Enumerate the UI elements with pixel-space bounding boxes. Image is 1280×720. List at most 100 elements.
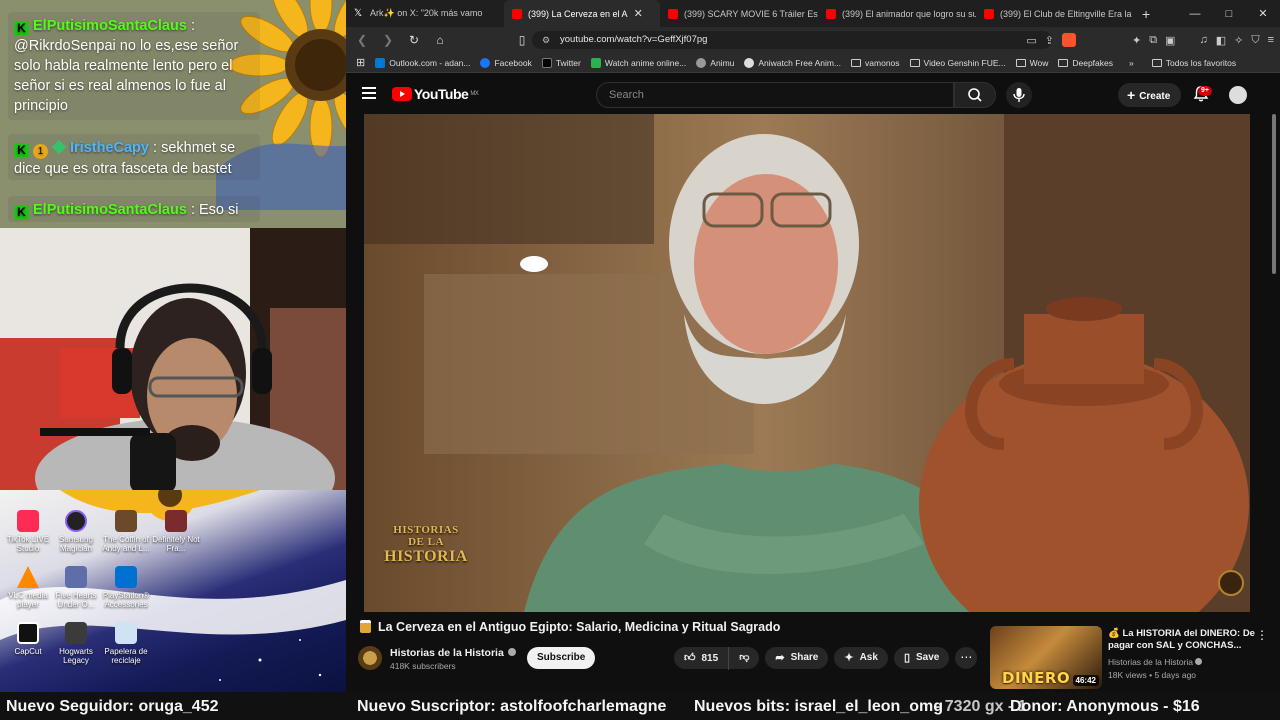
subscribe-watermark-icon[interactable] xyxy=(1218,570,1244,596)
apps-icon[interactable]: ⊞ xyxy=(356,56,365,69)
new-tab-button[interactable]: + xyxy=(1134,0,1158,27)
recommended-channel[interactable]: Historias de la Historia xyxy=(1108,657,1203,667)
bookmark-watch-anime[interactable]: Watch anime online... xyxy=(590,57,686,68)
home-icon[interactable]: ⌂ xyxy=(430,33,450,47)
desktop-icon-hogwarts[interactable]: Hogwarts Legacy xyxy=(48,622,104,665)
desktop-icon-five-hearts[interactable]: Five Hearts Under O... xyxy=(48,566,104,609)
like-button[interactable]: 👍︎ 815 xyxy=(674,646,730,670)
folder-icon xyxy=(1015,58,1026,67)
voice-search-button[interactable] xyxy=(1006,82,1032,108)
minimize-button[interactable]: — xyxy=(1178,8,1212,20)
all-bookmarks-folder[interactable]: Todos los favoritos xyxy=(1151,58,1236,68)
youtube-header: YouTube MX Search + Create xyxy=(346,74,1280,114)
extension-icon[interactable]: ✦ xyxy=(1132,34,1141,47)
recommended-video[interactable]: DINERO 46:42 💰 La HISTORIA del DINERO: D… xyxy=(990,626,1270,690)
wallet-icon[interactable]: ▣ xyxy=(1165,34,1175,47)
sidebar-icon[interactable]: ◧ xyxy=(1216,34,1226,47)
subscribe-button[interactable]: Subscribe xyxy=(527,647,596,669)
vpn-icon[interactable]: ⛉ xyxy=(1251,34,1259,47)
dislike-button[interactable]: 👎︎ xyxy=(729,647,759,669)
desktop-icon-playstation[interactable]: PlayStation® Accessories xyxy=(98,566,154,609)
youtube-icon xyxy=(668,8,678,19)
chat-message: K ElPutisimoSantaClaus : Eso si xyxy=(8,196,260,222)
desktop-icon-definitely-not[interactable]: Definitely Not Fra... xyxy=(148,510,204,553)
screen: K ElPutisimoSantaClaus : @RikrdoSenpai no… xyxy=(0,0,1280,720)
bookmark-icon[interactable]: ▯ xyxy=(512,33,532,47)
recommended-thumbnail[interactable]: DINERO 46:42 xyxy=(990,626,1102,689)
tab-strip: 𝕏 Ark✨ on X: "20k más vamo (399) La Cerve… xyxy=(346,0,1280,27)
kick-icon: K xyxy=(14,21,29,36)
youtube-logo[interactable]: YouTube MX xyxy=(392,86,479,102)
close-window-button[interactable]: ✕ xyxy=(1246,7,1280,20)
address-bar-row: ❮ ❯ ↻ ⌂ ▯ ⚙ youtube.com/watch?v=GeffXjf07… xyxy=(346,27,1280,53)
toolbar-icons: ▭ ⇪ ✦ ⧉ ▣ ♫ ◧ ✧ ⛉ ≡ xyxy=(1026,27,1274,53)
chat-message: K 1 IristheCapy : sekhmet se dice que es o… xyxy=(8,134,260,180)
bookmark-folder-video-genshin[interactable]: Video Genshin FUE... xyxy=(909,58,1006,68)
share-button[interactable]: ➦ Share xyxy=(765,647,829,669)
puzzle-icon[interactable]: ⧉ xyxy=(1149,34,1157,47)
ask-button[interactable]: ✦ Ask xyxy=(834,647,888,669)
account-avatar[interactable] xyxy=(1229,86,1247,104)
like-dislike-group: 👍︎ 815 👎︎ xyxy=(674,646,760,670)
bookmark-animu[interactable]: Animu xyxy=(696,57,734,68)
desktop-icon-samsung-magician[interactable]: Samsung Magician xyxy=(48,510,104,553)
stream-chat-overlay: K ElPutisimoSantaClaus : @RikrdoSenpai no… xyxy=(0,0,346,228)
close-tab-icon[interactable]: ✕ xyxy=(634,7,643,20)
tab-x-post[interactable]: 𝕏 Ark✨ on X: "20k más vamo xyxy=(346,0,504,27)
browser-window: 𝕏 Ark✨ on X: "20k más vamo (399) La Cerve… xyxy=(346,0,1280,692)
bookmark-twitter[interactable]: Twitter xyxy=(541,57,581,68)
desktop-icon-coffin[interactable]: The Coffin of Andy and L... xyxy=(98,510,154,553)
stream-alert-ticker: Nuevo Seguidor: oruga_452 Nuevo Suscript… xyxy=(0,692,1280,720)
tab-scary-movie[interactable]: (399) SCARY MOVIE 6 Tráiler Españ xyxy=(660,0,818,27)
page-scrollbar[interactable] xyxy=(1270,114,1278,692)
ticker-donor: Donor: Anonymous - $16 xyxy=(1010,698,1200,715)
music-icon[interactable]: ♫ xyxy=(1199,34,1207,46)
channel-avatar[interactable] xyxy=(358,646,382,670)
forward-icon[interactable]: ❯ xyxy=(378,33,398,47)
more-actions-icon[interactable]: ⋯ xyxy=(955,647,978,669)
bookmark-facebook[interactable]: Facebook xyxy=(480,57,532,68)
bookmark-folder-vamonos[interactable]: vamonos xyxy=(851,58,900,68)
scrollbar-thumb[interactable] xyxy=(1272,114,1276,274)
desktop-wallpaper: TikTok LIVE Studio Samsung Magician The … xyxy=(0,490,346,692)
video-player[interactable]: HISTORIAS DE LA HISTORIA xyxy=(364,114,1250,612)
share-page-icon[interactable]: ⇪ xyxy=(1045,34,1054,47)
install-icon[interactable]: ▭ xyxy=(1026,34,1036,47)
share-icon: ➦ xyxy=(775,652,785,664)
bookmark-folder-wow[interactable]: Wow xyxy=(1015,58,1048,68)
video-duration: 46:42 xyxy=(1072,675,1099,686)
chat-text: : Eso si xyxy=(190,202,239,218)
bookmark-outlook[interactable]: Outlook.com - adan... xyxy=(375,57,470,68)
gem-icon xyxy=(51,139,67,155)
create-button[interactable]: + Create xyxy=(1118,83,1182,107)
menu-icon[interactable]: ≡ xyxy=(1268,34,1274,46)
window-controls: — □ ✕ xyxy=(1178,0,1280,27)
save-button[interactable]: ▯ Save xyxy=(893,647,950,669)
reload-icon[interactable]: ↻ xyxy=(404,33,424,47)
tab-la-cerveza[interactable]: (399) La Cerveza en el A ✕ xyxy=(504,0,660,27)
webcam-feed xyxy=(0,228,356,490)
hamburger-menu-icon[interactable] xyxy=(362,87,376,99)
channel-name[interactable]: Historias de la Historia xyxy=(390,647,516,659)
tab-animador[interactable]: (399) El animador que logro su sue xyxy=(818,0,976,27)
webcam-image xyxy=(0,228,356,490)
search-button[interactable] xyxy=(954,82,996,108)
maximize-button[interactable]: □ xyxy=(1212,8,1246,20)
subscriber-count: 418K subscribers xyxy=(390,661,456,671)
url-field[interactable]: ⚙ youtube.com/watch?v=GeffXjf07pg xyxy=(532,31,1052,49)
bookmark-aniwatch[interactable]: Aniwatch Free Anim... xyxy=(744,57,841,68)
sub-badge-icon: 1 xyxy=(33,144,48,159)
folder-icon xyxy=(1151,58,1162,67)
folder-icon xyxy=(909,58,920,67)
brave-shields-icon[interactable] xyxy=(1061,33,1076,47)
bookmark-folder-deepfakes[interactable]: Deepfakes xyxy=(1058,58,1113,68)
site-info-icon[interactable]: ⚙ xyxy=(542,31,550,49)
recommended-title[interactable]: 💰 La HISTORIA del DINERO: De pagar con S… xyxy=(1108,628,1258,652)
tab-club-eltingville[interactable]: (399) El Club de Eltingville Era la M xyxy=(976,0,1134,27)
more-bookmarks-icon[interactable]: » xyxy=(1129,58,1134,68)
kebab-menu-icon[interactable]: ⋮ xyxy=(1256,628,1268,642)
search-input[interactable]: Search xyxy=(596,82,954,108)
back-icon[interactable]: ❮ xyxy=(352,33,372,47)
desktop-icon-recycle-bin[interactable]: Papelera de reciclaje xyxy=(98,622,154,665)
leo-icon[interactable]: ✧ xyxy=(1234,34,1243,47)
